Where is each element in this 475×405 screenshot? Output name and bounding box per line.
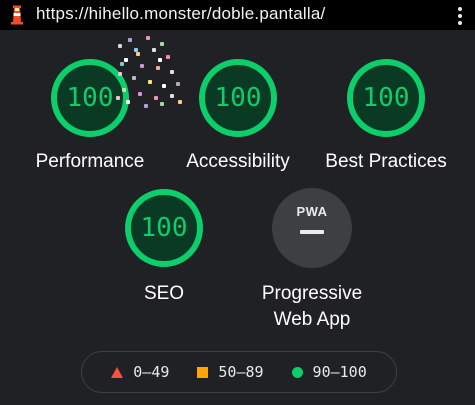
pwa-badge-icon: PWA bbox=[272, 188, 352, 268]
gauge-label-line1: Progressive bbox=[261, 283, 363, 304]
lighthouse-report: https://hihello.monster/doble.pantalla/ … bbox=[0, 0, 475, 405]
pwa-dash-icon bbox=[300, 230, 324, 234]
pass-circle-icon bbox=[291, 366, 303, 378]
legend-range: 90–100 bbox=[312, 363, 367, 381]
legend-item-average: 50–89 bbox=[197, 363, 264, 381]
legend-item-fail: 0–49 bbox=[111, 363, 169, 381]
legend-item-pass: 90–100 bbox=[291, 363, 367, 381]
gauge-label: SEO bbox=[143, 283, 185, 304]
gauge-label: Accessibility bbox=[186, 151, 290, 172]
gauge-label: Best Practices bbox=[325, 151, 447, 172]
legend-range: 50–89 bbox=[218, 363, 264, 381]
fail-triangle-icon bbox=[111, 366, 124, 378]
gauge-label-line2: Web App bbox=[273, 309, 351, 330]
page-url[interactable]: https://hihello.monster/doble.pantalla/ bbox=[36, 4, 325, 24]
gauge-score: 100 bbox=[362, 83, 410, 113]
score-legend: 0–49 50–89 90–100 bbox=[81, 351, 397, 393]
url-bar: https://hihello.monster/doble.pantalla/ bbox=[0, 0, 475, 30]
gauge-score: 100 bbox=[214, 83, 262, 113]
gauge-score: 100 bbox=[140, 213, 188, 243]
gauge-label: Performance bbox=[35, 151, 145, 172]
more-vert-icon[interactable] bbox=[455, 5, 465, 27]
average-square-icon bbox=[197, 366, 209, 378]
lighthouse-icon bbox=[11, 5, 23, 25]
pwa-badge-text: PWA bbox=[296, 204, 328, 219]
legend-range: 0–49 bbox=[133, 363, 170, 381]
